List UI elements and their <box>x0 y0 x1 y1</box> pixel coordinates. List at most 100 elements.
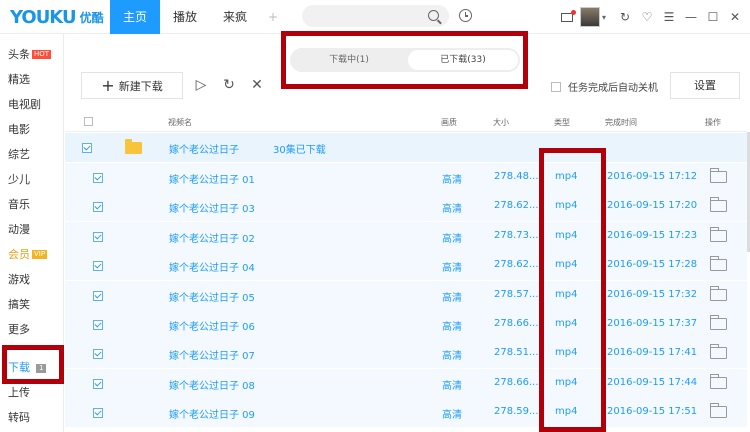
delete-icon[interactable]: ✕ <box>248 76 266 94</box>
header-quality[interactable]: 画质 <box>441 117 457 128</box>
new-download-button[interactable]: + 新建下载 <box>81 72 183 99</box>
avatar[interactable] <box>579 7 600 27</box>
row-name[interactable]: 嫁个老公过日子 09 <box>169 406 255 421</box>
row-type: mp4 <box>555 171 578 182</box>
sidebar-item-anime[interactable]: 动漫 <box>8 221 30 239</box>
open-folder-icon[interactable] <box>710 315 727 330</box>
row-name[interactable]: 嫁个老公过日子 04 <box>169 259 255 274</box>
sidebar-item-headlines[interactable]: 头条 HOT <box>8 46 52 64</box>
sidebar-item-featured[interactable]: 精选 <box>8 71 30 89</box>
row-checkbox[interactable] <box>93 349 103 360</box>
row-checkbox[interactable] <box>93 290 103 301</box>
row-name[interactable]: 嫁个老公过日子 08 <box>169 377 255 392</box>
search-input[interactable] <box>302 5 449 27</box>
messages-button[interactable] <box>556 0 578 34</box>
sidebar-item-variety[interactable]: 综艺 <box>8 146 30 164</box>
tab-play[interactable]: 播放 <box>160 0 210 34</box>
row-quality: 高清 <box>442 175 462 186</box>
row-name[interactable]: 嫁个老公过日子 01 <box>169 171 255 186</box>
row-checkbox[interactable] <box>93 261 103 272</box>
minimize-icon[interactable]: — <box>680 0 702 34</box>
sidebar-item-music[interactable]: 音乐 <box>8 196 30 214</box>
table-row[interactable]: 嫁个老公过日子 04 高清 278.62... mp4 2016-09-15 17:28 <box>65 251 747 281</box>
sidebar-item-transcode[interactable]: 转码 <box>8 409 30 427</box>
row-finish-time: 2016-09-15 17:41 <box>607 347 698 359</box>
table-row[interactable]: 嫁个老公过日子 08 高清 278.66... mp4 2016-09-15 17:44 <box>65 368 747 398</box>
sidebar-item-movies[interactable]: 电影 <box>8 121 30 139</box>
header-name[interactable]: 视频名 <box>168 117 192 128</box>
chevron-down-icon[interactable]: ▾ <box>602 13 606 22</box>
row-checkbox[interactable] <box>93 320 103 330</box>
row-quality: 高清 <box>442 292 462 304</box>
sidebar-item-tv[interactable]: 电视剧 <box>8 96 41 114</box>
row-size: 278.57... <box>494 288 539 300</box>
group-checkbox[interactable] <box>82 143 92 153</box>
header-type[interactable]: 类型 <box>554 117 570 128</box>
open-folder-icon[interactable] <box>710 197 727 213</box>
sidebar-item-funny[interactable]: 搞笑 <box>8 296 30 314</box>
row-checkbox[interactable] <box>93 173 103 183</box>
sidebar-item-upload[interactable]: 上传 <box>8 384 30 402</box>
tab-home[interactable]: 主页 <box>110 0 161 34</box>
refresh-download-icon[interactable]: ↻ <box>220 76 238 94</box>
row-name[interactable]: 嫁个老公过日子 02 <box>169 230 255 245</box>
open-folder-icon[interactable] <box>710 285 727 301</box>
table-group-row[interactable]: 嫁个老公过日子 30集已下载 <box>65 133 747 162</box>
sidebar-item-games[interactable]: 游戏 <box>8 271 30 289</box>
open-folder-icon[interactable] <box>710 403 727 419</box>
row-type: mp4 <box>555 376 578 388</box>
open-folder-icon[interactable] <box>710 373 727 389</box>
sidebar-item-download[interactable]: 下载 1 <box>8 359 47 377</box>
row-name[interactable]: 嫁个老公过日子 06 <box>169 318 255 333</box>
header-finish-time[interactable]: 完成时间 <box>605 117 637 128</box>
youku-logo[interactable]: YOUKU 优酷 <box>10 6 104 28</box>
close-icon[interactable]: ✕ <box>724 0 746 34</box>
table-row[interactable]: 嫁个老公过日子 03 高清 278.62... mp4 2016-09-15 17:20 <box>65 192 747 222</box>
table-header: 视频名 画质 大小 类型 完成时间 操作 <box>65 112 747 132</box>
open-folder-icon[interactable] <box>710 344 727 360</box>
row-name[interactable]: 嫁个老公过日子 05 <box>169 289 255 304</box>
tab-downloaded[interactable]: 已下载(33) <box>408 50 518 70</box>
menu-icon[interactable]: ☰ <box>658 0 680 34</box>
open-folder-icon[interactable] <box>710 168 727 183</box>
tab-laifeng[interactable]: 来疯 <box>210 0 260 34</box>
table-row[interactable]: 嫁个老公过日子 07 高清 278.51... mp4 2016-09-15 17:41 <box>65 339 747 369</box>
table-row[interactable]: 嫁个老公过日子 06 高清 278.66... mp4 2016-09-15 17:37 <box>65 310 747 339</box>
table-row[interactable]: 嫁个老公过日子 02 高清 278.73... mp4 2016-09-15 17:23 <box>65 221 747 251</box>
sidebar-item-more[interactable]: 更多 <box>8 321 30 339</box>
table-row[interactable]: 嫁个老公过日子 09 高清 278.59... mp4 2016-09-15 17:51 <box>65 398 747 428</box>
select-all-checkbox[interactable] <box>84 117 93 126</box>
row-type: mp4 <box>555 406 578 418</box>
row-name[interactable]: 嫁个老公过日子 07 <box>169 347 255 362</box>
maximize-icon[interactable]: ☐ <box>702 0 724 34</box>
row-checkbox[interactable] <box>93 378 103 389</box>
row-checkbox[interactable] <box>93 231 103 242</box>
settings-button[interactable]: 设置 <box>670 72 740 99</box>
row-checkbox[interactable] <box>93 202 103 213</box>
table-row[interactable]: 嫁个老公过日子 01 高清 278.48... mp4 2016-09-15 17:12 <box>65 163 747 192</box>
sidebar-item-label: 下载 <box>8 361 30 374</box>
auto-shutdown-option[interactable]: 任务完成后自动关机 <box>551 79 658 94</box>
sidebar-item-vip[interactable]: 会员 VIP <box>8 246 48 264</box>
row-checkbox[interactable] <box>93 408 103 419</box>
row-quality: 高清 <box>442 351 462 363</box>
refresh-icon[interactable]: ↻ <box>614 0 636 34</box>
sidebar-item-kids[interactable]: 少儿 <box>8 171 30 189</box>
play-icon[interactable]: ▷ <box>192 76 210 94</box>
row-type: mp4 <box>555 318 578 329</box>
open-folder-icon[interactable] <box>710 226 727 242</box>
add-tab-button[interactable]: + <box>260 0 286 34</box>
header-size[interactable]: 大小 <box>493 117 509 128</box>
auto-shutdown-checkbox[interactable] <box>551 81 561 92</box>
history-clock-icon[interactable] <box>459 9 472 22</box>
open-folder-icon[interactable] <box>710 256 727 272</box>
skin-icon[interactable]: ♡ <box>636 0 658 34</box>
search-icon[interactable] <box>428 10 439 21</box>
table-row[interactable]: 嫁个老公过日子 05 高清 278.57... mp4 2016-09-15 17:32 <box>65 280 747 310</box>
tab-downloading[interactable]: 下载中(1) <box>292 50 406 70</box>
row-size: 278.66... <box>494 318 539 329</box>
download-count-badge: 1 <box>36 363 47 373</box>
sidebar-item-label: 头条 <box>8 48 30 61</box>
row-name[interactable]: 嫁个老公过日子 03 <box>169 200 255 215</box>
row-quality: 高清 <box>442 322 462 333</box>
